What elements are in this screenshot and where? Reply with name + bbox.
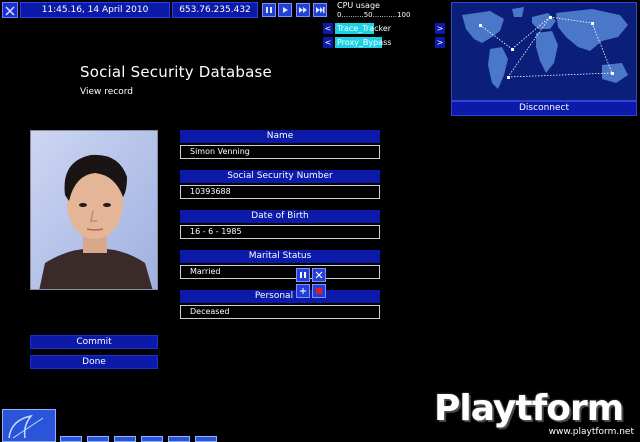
- close-icon: [315, 271, 323, 279]
- portrait-image: [31, 131, 157, 289]
- pause-button[interactable]: [262, 3, 276, 17]
- world-map[interactable]: [451, 2, 637, 101]
- service-proxy-bypass: < Proxy_Bypass >: [323, 37, 448, 48]
- stop-icon: [316, 288, 322, 294]
- ip-address-display: 653.76.235.432: [172, 2, 258, 18]
- world-map-graphic: [452, 3, 636, 100]
- watermark-url: www.playtform.net: [548, 427, 634, 437]
- watermark: Playtform www.playtform.net: [432, 388, 638, 440]
- service-prev-button[interactable]: <: [323, 37, 333, 48]
- start-menu-button[interactable]: [2, 409, 56, 442]
- move-icon: [300, 288, 306, 294]
- done-button[interactable]: Done: [30, 355, 158, 369]
- fast-forward-button[interactable]: [296, 3, 310, 17]
- pause-icon: [300, 272, 306, 278]
- service-next-button[interactable]: >: [435, 23, 445, 34]
- service-label: Proxy_Bypass: [337, 38, 392, 47]
- close-window-button[interactable]: [2, 2, 18, 18]
- pad-close-button[interactable]: [312, 268, 326, 282]
- service-trace-tracker: < Trace_Tracker >: [323, 23, 448, 34]
- field-label-personal-status: Personal St: [180, 290, 380, 303]
- disconnect-button[interactable]: Disconnect: [451, 101, 637, 116]
- pad-stop-button[interactable]: [312, 284, 326, 298]
- cpu-usage-scale: 0..........50...........100: [337, 11, 411, 19]
- field-value-marital-status[interactable]: Married: [180, 265, 380, 279]
- skip-button[interactable]: [313, 3, 327, 17]
- page-title: Social Security Database: [80, 63, 272, 81]
- field-value-ssn[interactable]: 10393688: [180, 185, 380, 199]
- field-label-dob: Date of Birth: [180, 210, 380, 223]
- taskbar-tab[interactable]: [168, 436, 190, 442]
- field-value-name[interactable]: Simon Venning: [180, 145, 380, 159]
- play-button[interactable]: [278, 3, 292, 17]
- pad-move-button[interactable]: [296, 284, 310, 298]
- page-subtitle: View record: [80, 87, 133, 97]
- pad-pause-button[interactable]: [296, 268, 310, 282]
- close-icon: [5, 6, 15, 16]
- taskbar-tab[interactable]: [141, 436, 163, 442]
- floating-control-pad: [296, 268, 328, 300]
- field-value-personal-status[interactable]: Deceased: [180, 305, 380, 319]
- service-next-button[interactable]: >: [435, 37, 445, 48]
- field-value-dob[interactable]: 16 - 6 - 1985: [180, 225, 380, 239]
- cpu-usage-label: CPU usage: [337, 1, 380, 10]
- taskbar-tab[interactable]: [195, 436, 217, 442]
- play-icon: [283, 7, 288, 13]
- skip-icon: [316, 7, 325, 13]
- taskbar-tab[interactable]: [60, 436, 82, 442]
- logo-icon: [8, 414, 44, 439]
- service-prev-button[interactable]: <: [323, 23, 333, 34]
- fast-forward-icon: [299, 7, 307, 13]
- person-photo: [30, 130, 158, 290]
- datetime-display: 11:45.16, 14 April 2010: [20, 2, 170, 18]
- pause-icon: [266, 7, 272, 13]
- watermark-brand: Playtform: [434, 388, 624, 429]
- field-label-ssn: Social Security Number: [180, 170, 380, 183]
- taskbar-tab[interactable]: [87, 436, 109, 442]
- field-label-marital-status: Marital Status: [180, 250, 380, 263]
- field-label-name: Name: [180, 130, 380, 143]
- commit-button[interactable]: Commit: [30, 335, 158, 349]
- taskbar-tab[interactable]: [114, 436, 136, 442]
- service-label: Trace_Tracker: [337, 24, 392, 33]
